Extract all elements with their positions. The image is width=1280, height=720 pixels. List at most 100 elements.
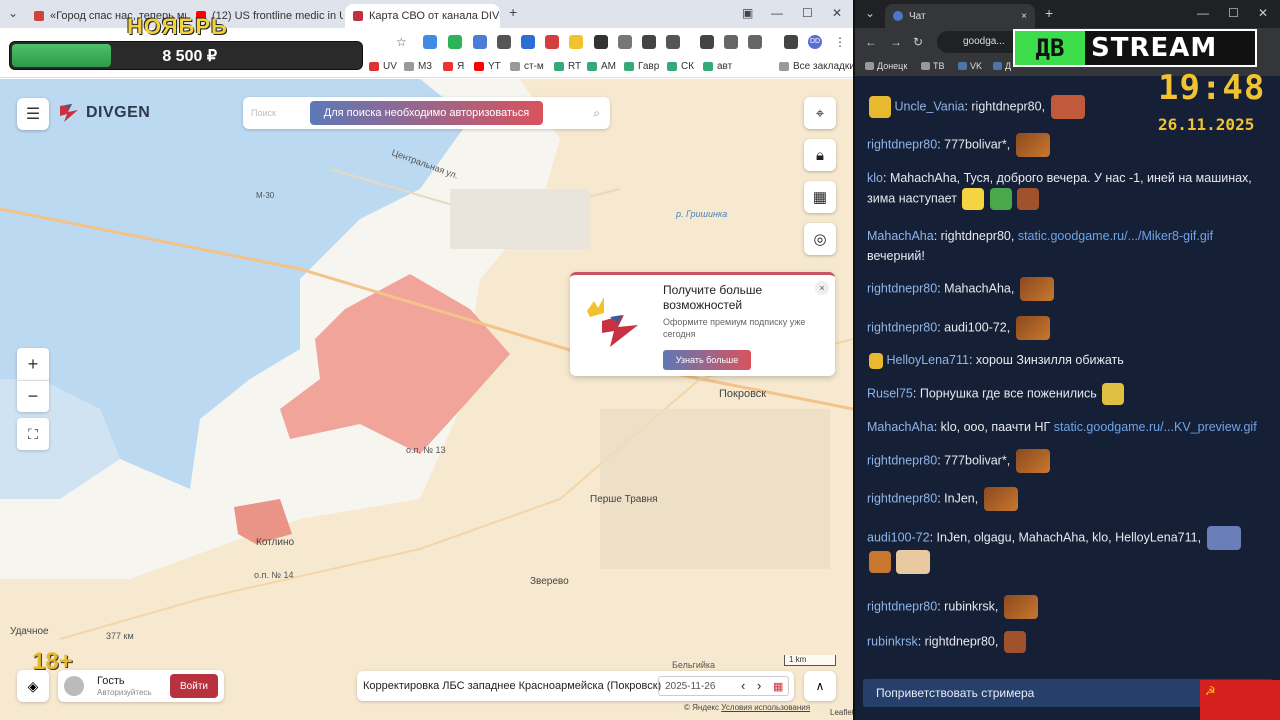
terms-link[interactable]: Условия использования: [721, 703, 810, 712]
tab-search-icon[interactable]: ⌄: [8, 6, 18, 20]
new-tab-button[interactable]: +: [1045, 5, 1053, 21]
bookmark-item[interactable]: ст-м: [510, 61, 544, 72]
chat-link[interactable]: static.goodgame.ru/...KV_preview.gif: [1054, 420, 1257, 434]
tab-search-icon[interactable]: ⌄: [865, 6, 875, 20]
forward-icon[interactable]: →: [890, 35, 902, 49]
learn-more-button[interactable]: Узнать больше: [663, 350, 751, 370]
all-bookmarks[interactable]: Все закладки: [779, 61, 853, 72]
close-window-icon[interactable]: ✕: [832, 6, 842, 20]
link-icon[interactable]: [724, 35, 738, 49]
fullscreen-button[interactable]: ⛶: [17, 418, 49, 450]
chat-username[interactable]: Uncle_Vania: [894, 99, 964, 113]
extension-icon[interactable]: [448, 35, 462, 49]
chat-username[interactable]: MahachAha: [867, 420, 934, 434]
chat-username[interactable]: rightdnepr80: [867, 320, 937, 334]
maximize-icon[interactable]: ☐: [802, 6, 813, 20]
extension-icon[interactable]: [423, 35, 437, 49]
brand-name: DIVGEN: [86, 104, 151, 121]
extension-icon[interactable]: [545, 35, 559, 49]
close-window-icon[interactable]: ✕: [1258, 6, 1268, 20]
chat-text: MahachAha,: [944, 281, 1015, 296]
chat-username[interactable]: rightdnepr80: [867, 453, 937, 467]
bookmark-item[interactable]: RT: [554, 61, 581, 72]
bookmark-item[interactable]: VK: [958, 61, 982, 71]
update-title[interactable]: Корректировка ЛБС западнее Красноармейск…: [363, 680, 661, 692]
extension-icon[interactable]: [594, 35, 608, 49]
chat-username[interactable]: HelloyLena711: [886, 353, 968, 367]
extension-icon[interactable]: [618, 35, 632, 49]
extension-icon[interactable]: [642, 35, 656, 49]
layers-button[interactable]: ◈: [17, 670, 49, 702]
chat-username[interactable]: rightdnepr80: [867, 137, 937, 151]
chat-username[interactable]: rubinkrsk: [867, 634, 918, 648]
date-picker[interactable]: 2025-11-26 ‹ › ▦: [658, 676, 789, 696]
bookmark-item[interactable]: Донецк: [865, 61, 907, 71]
bookmark-item[interactable]: Д: [993, 61, 1011, 71]
calendar-icon[interactable]: ▦: [773, 680, 783, 693]
promo-close-icon[interactable]: ×: [815, 281, 829, 295]
new-tab-button[interactable]: +: [509, 4, 517, 20]
divgen-favicon-icon: [353, 11, 363, 21]
chat-tab[interactable]: Чат ×: [885, 4, 1035, 28]
lock-icon: 🔒︎: [816, 146, 824, 164]
lock-button[interactable]: 🔒︎: [804, 139, 836, 171]
search-auth-notice[interactable]: Для поиска необходимо авторизоваться: [310, 101, 543, 125]
leaflet-link[interactable]: Leaflet: [830, 708, 853, 717]
chat-username[interactable]: rightdnepr80: [867, 281, 937, 295]
download-icon[interactable]: [784, 35, 798, 49]
menu-icon[interactable]: ⋮: [834, 35, 848, 49]
extension-icon[interactable]: [497, 35, 511, 49]
minimize-icon[interactable]: —: [771, 6, 783, 20]
extension-icon[interactable]: [473, 35, 487, 49]
map-update-bar: Корректировка ЛБС западнее Красноармейск…: [357, 671, 794, 701]
bookmark-item[interactable]: Я: [443, 61, 464, 72]
tab-3-active[interactable]: Карта СВО от канала DIVGEN ×: [345, 4, 500, 28]
extension-icon[interactable]: [569, 35, 583, 49]
media-icon[interactable]: ▣: [742, 6, 753, 20]
maximize-icon[interactable]: ☐: [1228, 6, 1239, 20]
back-icon[interactable]: ←: [865, 35, 877, 49]
close-icon[interactable]: ×: [1021, 11, 1027, 22]
chat-username[interactable]: Rusel75: [867, 386, 913, 400]
next-date-icon[interactable]: ›: [757, 678, 761, 693]
search-box[interactable]: Поиск Для поиска необходимо авторизовать…: [243, 97, 610, 129]
profile-avatar[interactable]: DD: [808, 35, 822, 49]
zoom-out-button[interactable]: −: [17, 380, 49, 412]
shield-badge-icon: [869, 352, 883, 369]
map-canvas[interactable]: М-30 р. Гришинка Центральная ул. Покровс…: [0, 79, 853, 720]
bookmark-item[interactable]: YT: [474, 61, 501, 72]
bookmark-item[interactable]: AM: [587, 61, 616, 72]
star-icon[interactable]: ☆: [396, 35, 407, 49]
location-button[interactable]: ⌖: [804, 97, 836, 129]
menu-button[interactable]: ☰: [17, 98, 49, 130]
prev-date-icon[interactable]: ‹: [741, 678, 745, 693]
extension-icon[interactable]: [521, 35, 535, 49]
expand-up-button[interactable]: ∧: [804, 671, 836, 701]
chat-username[interactable]: MahachAha: [867, 229, 934, 243]
sidebar-icon[interactable]: [748, 35, 762, 49]
ruler-button[interactable]: ▦: [804, 181, 836, 213]
bookmark-item[interactable]: UV: [369, 61, 397, 72]
zoom-in-button[interactable]: +: [17, 348, 49, 380]
reload-icon[interactable]: ↻: [913, 35, 923, 49]
chat-username[interactable]: rightdnepr80: [867, 599, 937, 613]
bookmark-item[interactable]: авт: [703, 61, 732, 72]
target-button[interactable]: ◎: [804, 223, 836, 255]
bookmark-item[interactable]: Гавр: [624, 61, 659, 72]
bookmark-item[interactable]: СК: [667, 61, 694, 72]
chat-link[interactable]: static.goodgame.ru/.../Miker8-gif.gif: [1018, 229, 1213, 243]
chat-username[interactable]: klo: [867, 171, 883, 185]
bookmark-item[interactable]: ТВ: [921, 61, 945, 71]
chat-username[interactable]: rightdnepr80: [867, 491, 937, 505]
puzzle-icon[interactable]: [666, 35, 680, 49]
bookmark-item[interactable]: М3: [404, 61, 432, 72]
chat-username[interactable]: audi100-72: [867, 530, 930, 544]
chat-message: MahachAha: rightdnepr80, static.goodgame…: [867, 229, 1214, 263]
key-icon[interactable]: [700, 35, 714, 49]
login-button[interactable]: Войти: [170, 674, 218, 698]
minimize-icon[interactable]: —: [1197, 6, 1209, 20]
chat-text: rubinkrsk,: [944, 599, 999, 614]
divgen-logo[interactable]: DIVGEN: [58, 102, 150, 124]
folder-icon: [921, 62, 930, 70]
search-icon[interactable]: ⌕: [593, 106, 600, 121]
